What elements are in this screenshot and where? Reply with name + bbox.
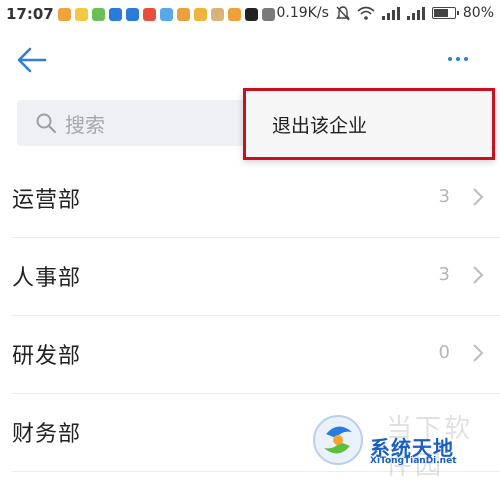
- app-notification-icon: [177, 8, 190, 21]
- department-name: 研发部: [12, 344, 82, 369]
- app-notification-icon: [160, 8, 173, 21]
- app-notification-icon: [211, 8, 224, 21]
- chevron-right-icon: [473, 344, 484, 362]
- app-notification-icon: [109, 8, 122, 21]
- status-time: 17:07: [6, 5, 54, 23]
- notification-icons: [58, 8, 275, 21]
- signal-icon: [381, 6, 400, 20]
- search-placeholder: 搜索: [65, 112, 105, 137]
- department-name: 运营部: [12, 188, 82, 213]
- battery-percent: 80%: [462, 5, 494, 21]
- chevron-right-icon: [473, 188, 484, 206]
- mute-bell-icon: [335, 5, 350, 20]
- more-menu: 退出该企业: [243, 88, 495, 160]
- list-item[interactable]: 研发部 0: [0, 316, 500, 394]
- watermark-url: XiTongTianDi.net: [370, 456, 457, 466]
- battery-icon: [431, 7, 459, 19]
- member-count: 3: [438, 264, 450, 285]
- search-icon: [36, 113, 57, 134]
- exit-enterprise-menu-item[interactable]: 退出该企业: [272, 111, 367, 138]
- battery-fill: [433, 9, 449, 17]
- member-count: 3: [438, 186, 450, 207]
- app-notification-icon: [228, 8, 241, 21]
- list-item[interactable]: 人事部 3: [0, 238, 500, 316]
- app-notification-icon: [194, 8, 207, 21]
- watermark: 当下软件园 系统天地 XiTongTianDi.net: [296, 406, 496, 481]
- app-notification-icon: [92, 8, 105, 21]
- member-count: 0: [438, 342, 450, 363]
- chevron-right-icon: [473, 266, 484, 284]
- app-notification-icon: [126, 8, 139, 21]
- network-speed: 0.19K/s: [276, 5, 329, 21]
- department-name: 人事部: [12, 266, 82, 291]
- app-notification-icon: [143, 8, 156, 21]
- more-dots-icon: [448, 57, 468, 61]
- arrow-left-icon: [17, 47, 47, 73]
- back-button[interactable]: [14, 42, 50, 78]
- status-bar: 17:07 0.19K/s 80%: [0, 0, 500, 32]
- wifi-icon: [357, 6, 375, 20]
- site-logo-icon: [313, 415, 363, 465]
- status-indicators: 0.19K/s 80%: [277, 5, 495, 21]
- app-notification-icon: [262, 8, 275, 21]
- list-item[interactable]: 运营部 3: [0, 160, 500, 238]
- more-button[interactable]: [440, 44, 476, 74]
- department-name: 财务部: [12, 422, 82, 447]
- app-notification-icon: [75, 8, 88, 21]
- signal-icon-2: [406, 6, 425, 20]
- app-notification-icon: [58, 8, 71, 21]
- app-notification-icon: [245, 8, 258, 21]
